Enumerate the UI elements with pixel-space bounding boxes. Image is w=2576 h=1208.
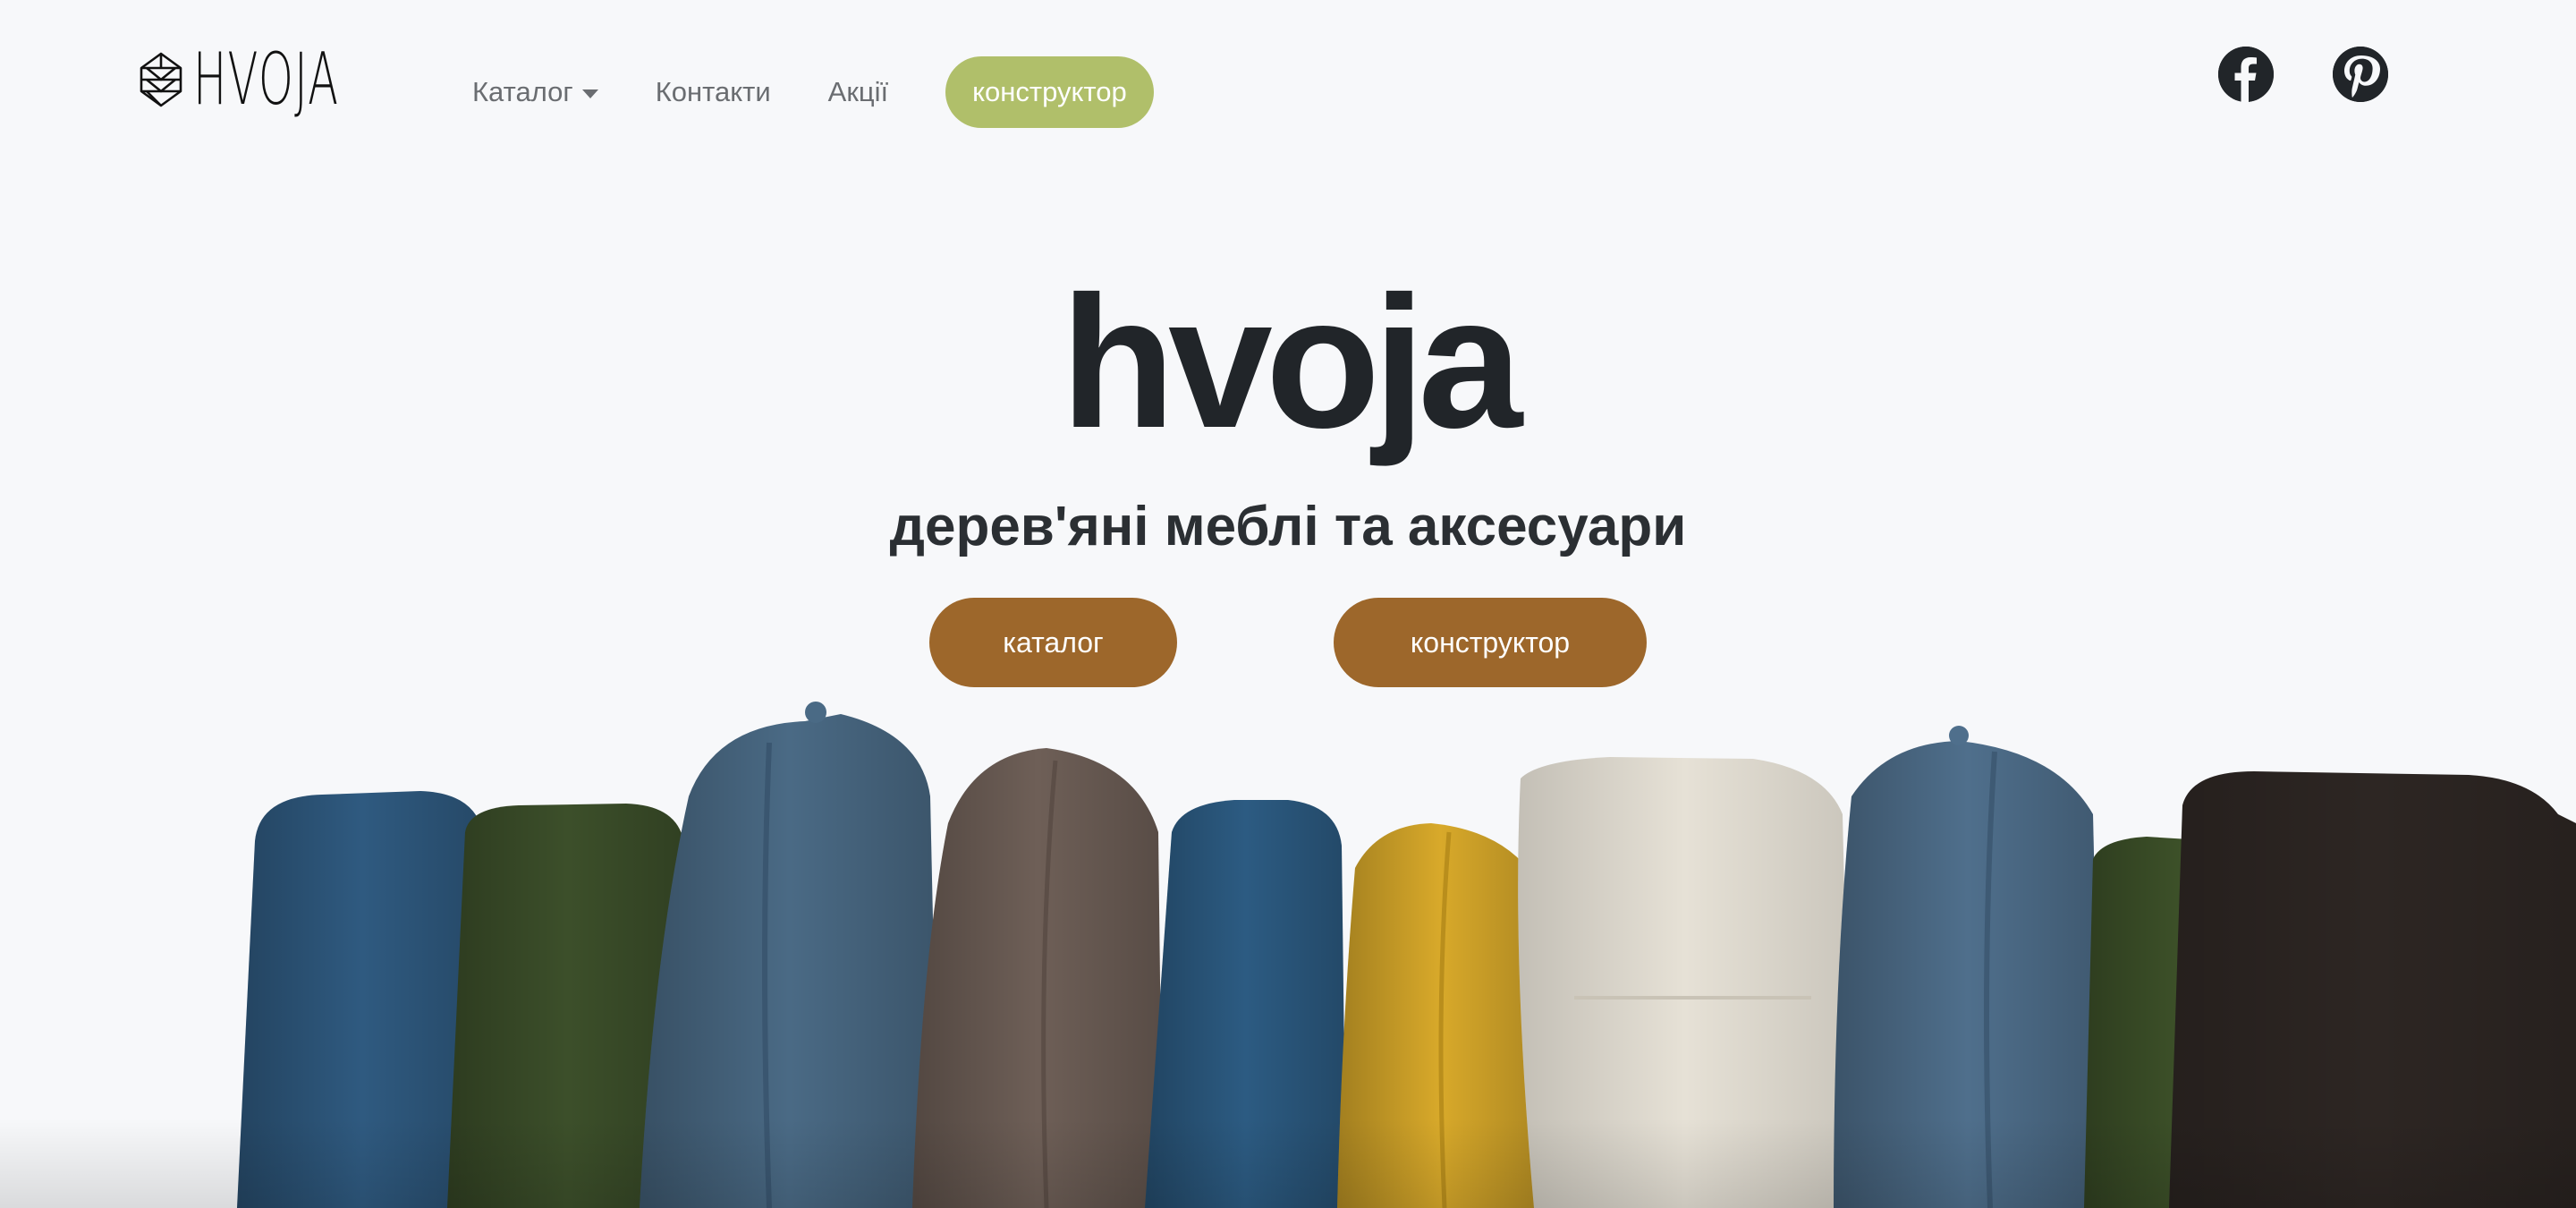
nav-catalog-label: Каталог [472, 76, 573, 107]
facebook-icon [2218, 47, 2274, 102]
main-nav: Каталог Контакти Акції конструктор [472, 55, 1154, 129]
brand-logo[interactable]: HVOJA [134, 38, 428, 121]
hero-catalog-button[interactable]: каталог [929, 598, 1177, 687]
page: HVOJA Каталог Контакти Акції конструктор… [0, 0, 2576, 1208]
brand-logo-text: HVOJA [193, 38, 340, 121]
cushions-hero-image [0, 702, 2576, 1208]
chevron-down-icon [581, 89, 598, 98]
pinterest-link[interactable] [2333, 47, 2388, 102]
hero-subtitle: дерев'яні меблі та аксесуари [889, 496, 1687, 557]
pinterest-icon [2333, 47, 2388, 102]
facebook-link[interactable] [2218, 47, 2274, 102]
nav-promotions-link[interactable]: Акції [828, 76, 889, 108]
nav-catalog-dropdown[interactable]: Каталог [472, 76, 598, 108]
pinecone-icon [140, 52, 182, 107]
hero-title: hvoja [1060, 257, 1522, 467]
nav-builder-button[interactable]: конструктор [945, 56, 1154, 128]
hero-builder-button[interactable]: конструктор [1334, 598, 1647, 687]
nav-contacts-link[interactable]: Контакти [656, 76, 771, 108]
